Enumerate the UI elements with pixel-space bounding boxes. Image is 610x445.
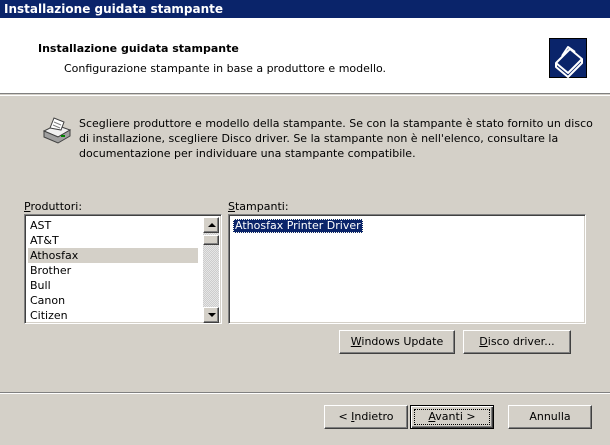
- manufacturer-item[interactable]: AST: [28, 218, 198, 233]
- manufacturer-item[interactable]: Citizen: [28, 308, 198, 323]
- disco-driver-button[interactable]: Disco driver...: [463, 330, 571, 354]
- printer-wizard-icon: [549, 38, 587, 78]
- cancel-button[interactable]: Annulla: [508, 405, 592, 429]
- manufacturers-list[interactable]: AST AT&T Athosfax Brother Bull Canon Cit…: [24, 214, 222, 324]
- manufacturer-item[interactable]: AT&T: [28, 233, 198, 248]
- printers-label: Stampanti:: [228, 200, 289, 213]
- manufacturer-item[interactable]: Bull: [28, 278, 198, 293]
- manufacturer-item[interactable]: Canon: [28, 293, 198, 308]
- header-title: Installazione guidata stampante: [38, 42, 239, 55]
- scroll-down-button[interactable]: [203, 307, 219, 323]
- manufacturers-items: AST AT&T Athosfax Brother Bull Canon Cit…: [28, 218, 198, 323]
- manufacturer-item-selected[interactable]: Athosfax: [28, 248, 198, 263]
- title-bar: Installazione guidata stampante: [0, 0, 610, 18]
- windows-update-label: indows Update: [361, 335, 444, 348]
- windows-update-mnemonic: W: [350, 335, 362, 348]
- scroll-up-button[interactable]: [203, 217, 219, 233]
- focus-rect: [414, 409, 490, 425]
- manufacturer-item[interactable]: Brother: [28, 263, 198, 278]
- back-button[interactable]: < Indietro: [324, 405, 408, 429]
- printer-item-selected[interactable]: Athosfax Printer Driver: [233, 219, 363, 233]
- wizard-window: Installazione guidata stampante Installa…: [0, 0, 610, 445]
- manufacturers-label: Produttori:: [24, 200, 82, 213]
- window-title: Installazione guidata stampante: [4, 2, 224, 16]
- footer-separator: [0, 392, 610, 394]
- instructions-text: Scegliere produttore e modello della sta…: [79, 117, 593, 160]
- header-divider: [0, 95, 610, 96]
- back-prefix: <: [338, 410, 352, 423]
- wizard-header: Installazione guidata stampante Configur…: [0, 18, 610, 94]
- manufacturers-scrollbar[interactable]: [203, 217, 219, 323]
- back-label: ndietro: [354, 410, 394, 423]
- next-button[interactable]: Avanti >: [410, 405, 494, 429]
- windows-update-button[interactable]: Windows Update: [339, 330, 455, 354]
- header-subtitle: Configurazione stampante in base a produ…: [64, 62, 387, 75]
- scroll-thumb[interactable]: [203, 235, 219, 245]
- printers-label-rest: tampanti:: [234, 200, 289, 213]
- printers-list[interactable]: Athosfax Printer Driver: [228, 214, 586, 324]
- disco-driver-label: isco driver...: [487, 335, 555, 348]
- arrow-up-icon: [208, 223, 216, 227]
- manufacturers-label-rest: roduttori:: [30, 200, 83, 213]
- printers-label-mnemonic: S: [228, 200, 235, 213]
- disco-driver-mnemonic: D: [479, 335, 488, 348]
- printer-icon: [40, 114, 74, 148]
- arrow-down-icon: [208, 313, 216, 317]
